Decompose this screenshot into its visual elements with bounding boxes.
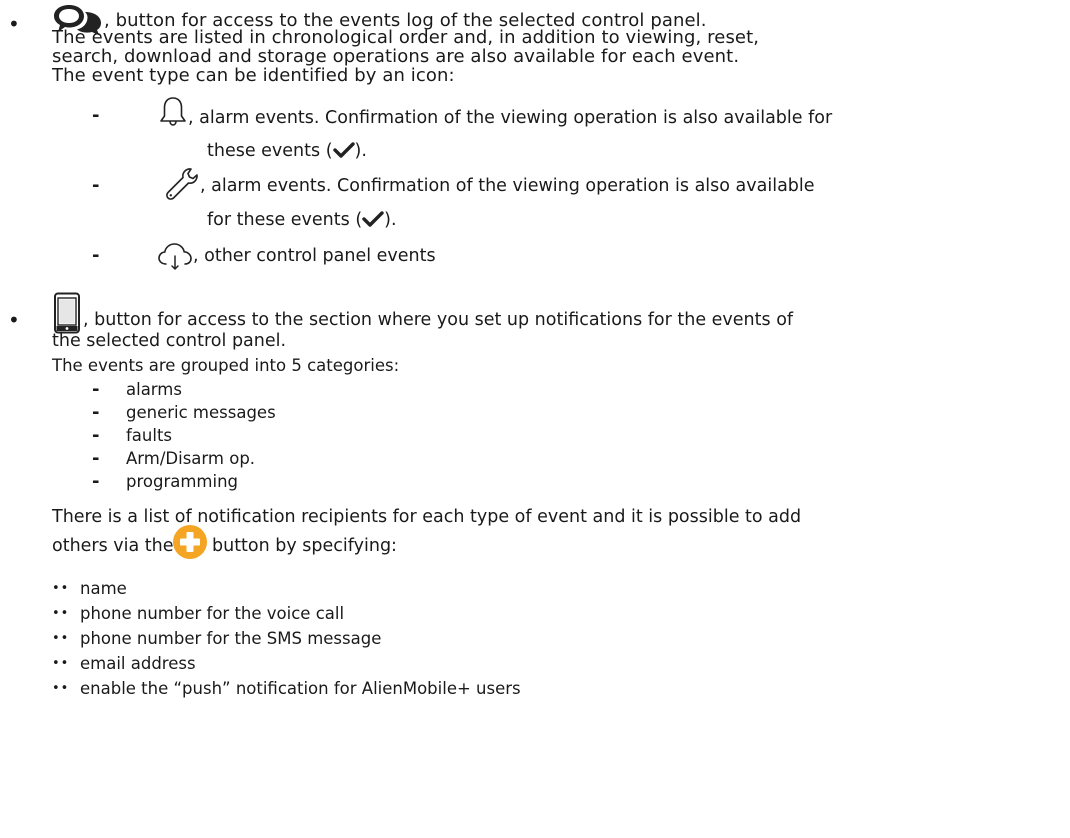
category-item: alarms [126, 380, 182, 399]
recipients-text-2-pre: others via the [52, 536, 174, 556]
notifications-text-3: The events are grouped into 5 categories… [52, 356, 400, 375]
smartphone-icon [54, 292, 80, 334]
alarm-text-2: these events (). [207, 141, 367, 161]
field-item: phone number for the SMS message [80, 629, 382, 648]
recipients-text-2-post: button by specifying: [212, 536, 397, 556]
other-text-1: , other control panel events [193, 246, 436, 266]
bullet-notifications: • [8, 308, 20, 332]
category-item: faults [126, 426, 173, 445]
wrench-icon [166, 168, 198, 200]
events-log-text-4: The event type can be identified by an i… [52, 65, 455, 86]
dash-fault: - [92, 175, 100, 196]
field-item: enable the “push” notification for Alien… [80, 679, 521, 698]
events-log-text-3: search, download and storage operations … [52, 46, 740, 67]
add-plus-icon [173, 525, 207, 559]
checkmark-icon [332, 142, 355, 158]
recipients-text-1: There is a list of notification recipien… [52, 507, 802, 527]
bell-icon [160, 97, 186, 126]
notifications-text-1: , button for access to the section where… [83, 310, 794, 330]
dash-category: - [92, 471, 100, 492]
events-log-text-2: The events are listed in chronological o… [52, 27, 760, 48]
checkmark-icon [362, 211, 384, 227]
category-item: generic messages [126, 403, 276, 422]
dash-other: - [92, 245, 100, 266]
double-bullet: •• [52, 581, 70, 596]
document-page: • , button for access to the events log … [0, 0, 1070, 838]
category-item: programming [126, 472, 239, 491]
dash-category: - [92, 379, 100, 400]
double-bullet: •• [52, 606, 70, 621]
dash-category: - [92, 402, 100, 423]
alarm-text-1: , alarm events. Confirmation of the view… [188, 108, 833, 128]
notifications-text-2: the selected control panel. [52, 331, 287, 351]
field-item: phone number for the voice call [80, 604, 345, 623]
dash-category: - [92, 448, 100, 469]
fault-text-2: for these events (). [207, 210, 397, 230]
cloud-download-icon [158, 243, 192, 270]
field-item: name [80, 579, 127, 598]
category-item: Arm/Disarm op. [126, 449, 256, 468]
dash-alarm: - [92, 105, 100, 126]
field-item: email address [80, 654, 196, 673]
bullet-events-log: • [8, 12, 20, 36]
double-bullet: •• [52, 656, 70, 671]
fault-text-1: , alarm events. Confirmation of the view… [200, 176, 815, 196]
double-bullet: •• [52, 681, 70, 696]
double-bullet: •• [52, 631, 70, 646]
dash-category: - [92, 425, 100, 446]
